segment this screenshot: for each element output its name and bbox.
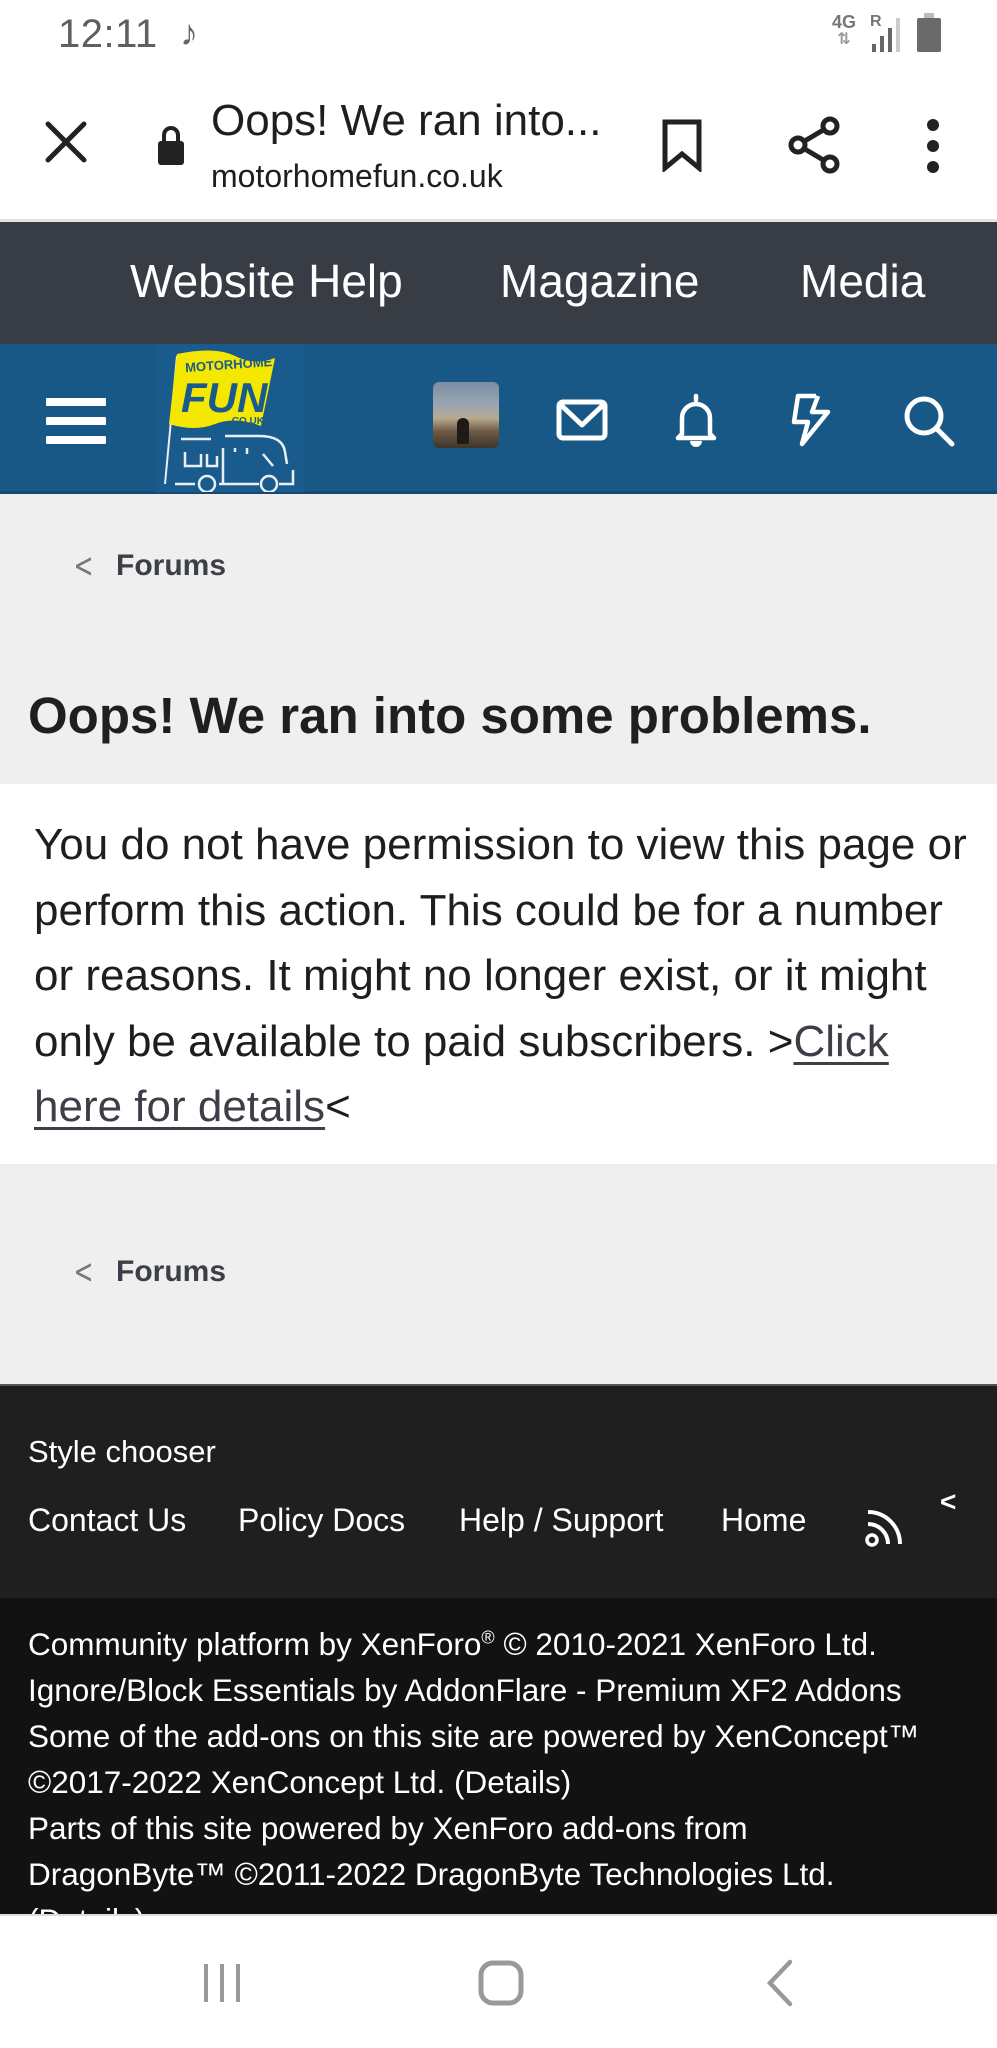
url-display[interactable]: motorhomefun.co.uk: [211, 158, 503, 195]
status-bar: 12:11 ♪ 4G ⇅ R: [0, 0, 997, 70]
style-chooser-link[interactable]: Style chooser: [28, 1434, 216, 1470]
copyright-line: Parts of this site powered by XenForo ad…: [28, 1810, 748, 1846]
recents-icon[interactable]: [200, 1958, 244, 2008]
footer-link-policy-docs[interactable]: Policy Docs: [238, 1502, 405, 1539]
breadcrumb-forums-link[interactable]: Forums: [116, 1255, 226, 1289]
breadcrumb-bottom[interactable]: < Forums: [66, 1252, 227, 1292]
browser-toolbar: Oops! We ran into... motorhomefun.co.uk: [0, 70, 997, 222]
copyright-block: Community platform by XenForo® © 2010-20…: [0, 1598, 997, 1916]
chevron-left-icon: <: [73, 1252, 94, 1292]
copyright-line: Some of the add-ons on this site are pow…: [28, 1718, 920, 1754]
home-icon[interactable]: [476, 1958, 526, 2008]
battery-icon: [917, 13, 941, 52]
lock-icon: [158, 126, 184, 165]
nav-magazine[interactable]: Magazine: [500, 254, 699, 308]
bell-icon[interactable]: [668, 392, 724, 448]
bookmark-icon[interactable]: [660, 118, 704, 172]
chevron-left-icon: <: [73, 546, 94, 586]
page-title: Oops! We ran into...: [211, 96, 602, 145]
share-icon[interactable]: [786, 114, 842, 176]
signal-icon: R: [870, 13, 900, 52]
rss-icon[interactable]: [864, 1506, 904, 1548]
logo-text-main: FUN: [181, 374, 269, 421]
copyright-line: Community platform by XenForo® © 2010-20…: [28, 1626, 877, 1662]
footer: Style chooser Contact Us Policy Docs Hel…: [0, 1384, 997, 1598]
main-content: < Forums Oops! We ran into some problems…: [0, 494, 997, 1384]
more-vert-icon[interactable]: [918, 118, 948, 174]
whats-new-icon[interactable]: [784, 392, 840, 448]
breadcrumb-top[interactable]: < Forums: [66, 546, 227, 586]
footer-link-home[interactable]: Home: [721, 1502, 806, 1539]
back-icon[interactable]: [762, 1958, 798, 2008]
music-note-icon: ♪: [180, 12, 198, 53]
search-icon[interactable]: [900, 392, 956, 448]
nav-website-help[interactable]: Website Help: [130, 254, 403, 308]
inbox-icon[interactable]: [554, 392, 610, 448]
site-logo[interactable]: MOTORHOME FUN .CO.UK: [155, 344, 305, 492]
site-header: MOTORHOME FUN .CO.UK: [0, 344, 997, 494]
menu-icon[interactable]: [46, 398, 106, 444]
copyright-line[interactable]: Ignore/Block Essentials by AddonFlare - …: [28, 1672, 902, 1709]
footer-collapse-toggle[interactable]: <: [940, 1486, 956, 1518]
close-icon[interactable]: [44, 120, 88, 164]
roaming-indicator: R: [870, 13, 882, 30]
copyright-line[interactable]: ©2017-2022 XenConcept Ltd. (Details): [28, 1764, 571, 1801]
data-arrows-icon: ⇅: [837, 31, 851, 48]
nav-media[interactable]: Media: [800, 254, 925, 308]
network-type: 4G ⇅: [832, 12, 857, 48]
error-message-block: You do not have permission to view this …: [0, 784, 997, 1164]
clock: 12:11: [58, 12, 158, 56]
avatar[interactable]: [433, 382, 499, 448]
logo-text-domain: .CO.UK: [229, 416, 265, 427]
footer-link-contact-us[interactable]: Contact Us: [28, 1502, 186, 1539]
copyright-line: DragonByte™ ©2011-2022 DragonByte Techno…: [28, 1856, 835, 1892]
footer-link-help-support[interactable]: Help / Support: [459, 1502, 664, 1539]
site-nav: Website Help Magazine Media: [0, 222, 997, 344]
breadcrumb-forums-link[interactable]: Forums: [116, 549, 226, 583]
android-nav-bar: [0, 1914, 997, 2048]
error-message: You do not have permission to view this …: [34, 820, 967, 1131]
error-title: Oops! We ran into some problems.: [28, 687, 872, 744]
